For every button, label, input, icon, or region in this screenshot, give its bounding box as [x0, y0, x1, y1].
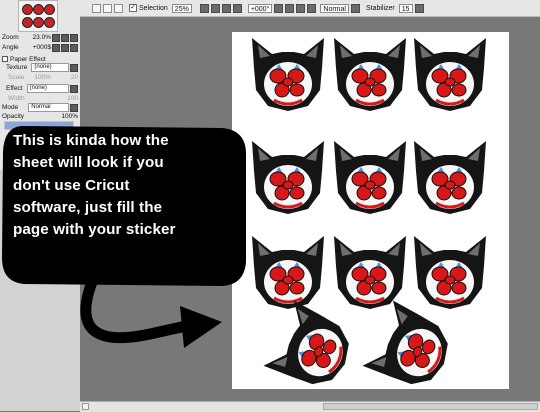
effect-width-value: 100: [67, 95, 78, 102]
effect-width-label: Width: [8, 95, 25, 102]
mode-row: Mode Normal: [2, 103, 78, 112]
texture-label: Texture: [6, 64, 28, 71]
flip-tool-button[interactable]: [307, 3, 317, 13]
zoom-out-button[interactable]: [52, 33, 60, 42]
scrollbar-thumb[interactable]: [323, 403, 538, 410]
opacity-value: 100%: [61, 113, 78, 120]
selection-value-field[interactable]: 25%: [171, 3, 192, 13]
top-toolbar: ✓ Selection 25% +000° Normal Stabilizer …: [80, 0, 540, 17]
effect-label: Effect: [6, 85, 23, 92]
zoom-label: Zoom: [2, 34, 19, 41]
paper-effect-toggle[interactable]: [2, 56, 8, 62]
zoom-value[interactable]: 23.0%: [33, 34, 51, 41]
sticker-row-2: [250, 139, 488, 216]
zoom-reset-button[interactable]: [70, 33, 78, 42]
rotation-field[interactable]: +000°: [247, 3, 273, 13]
bubble-text: This is kinda how the sheet will look if…: [13, 132, 176, 239]
rotate-reset-button[interactable]: [70, 43, 78, 52]
rotate-left-tool-button[interactable]: [274, 3, 284, 13]
zoom-fit-tool-button[interactable]: [221, 3, 231, 13]
horizontal-scrollbar[interactable]: [80, 401, 540, 412]
sticker-copy: [332, 234, 408, 311]
mode-dropdown-button[interactable]: [70, 103, 78, 112]
zoom-out-tool-button[interactable]: [199, 3, 209, 13]
sticker-sheet: [250, 36, 488, 399]
effect-row: Effect (none): [6, 84, 78, 93]
sticker-copy: [262, 298, 362, 399]
blend-mode-select[interactable]: Normal: [320, 3, 349, 13]
opacity-row: Opacity 100%: [2, 112, 78, 121]
opacity-label: Opacity: [2, 113, 25, 120]
zoom-in-button[interactable]: [61, 33, 69, 42]
texture-scale-row: Scale 100% 20: [8, 73, 78, 82]
angle-value[interactable]: +000$: [33, 44, 51, 51]
tool-button-3[interactable]: [114, 3, 123, 13]
tool-button-2[interactable]: [103, 3, 112, 13]
sticker-copy: [250, 234, 326, 311]
stabilizer-dropdown-button[interactable]: [414, 3, 424, 13]
stabilizer-select[interactable]: 15: [398, 3, 413, 13]
navigator-thumbnail[interactable]: [18, 0, 58, 32]
paper-effect-label: Paper Effect: [10, 55, 46, 63]
texture-scale-label: Scale: [8, 74, 25, 81]
sticker-row-4: [262, 298, 461, 399]
sticker-copy: [361, 298, 461, 399]
sticker-copy: [412, 139, 488, 216]
sticker-row-3: [250, 234, 488, 311]
rotate-left-button[interactable]: [52, 43, 60, 52]
zoom-row: Zoom 23.0%: [2, 33, 78, 42]
texture-settings-button[interactable]: [70, 63, 78, 72]
texture-scale-value: 100%: [34, 74, 51, 81]
texture-row: Texture (none): [6, 63, 78, 72]
sticker-copy: [332, 36, 408, 113]
rotate-reset-tool-button[interactable]: [296, 3, 306, 13]
effect-width-row: Width 100: [8, 94, 78, 103]
sticker-copy: [250, 36, 326, 113]
sticker-copy: [412, 234, 488, 311]
angle-label: Angle: [2, 44, 19, 51]
paper-effect-header[interactable]: Paper Effect: [2, 55, 78, 63]
angle-row: Angle +000$: [2, 43, 78, 52]
scroll-left-button[interactable]: [82, 403, 89, 410]
texture-scale-extra: 20: [70, 74, 78, 81]
zoom-in-tool-button[interactable]: [210, 3, 220, 13]
tool-button-1[interactable]: [92, 3, 101, 13]
sticker-row-1: [250, 36, 488, 113]
stabilizer-label: Stabilizer: [365, 4, 395, 12]
texture-select[interactable]: (none): [31, 63, 69, 72]
sticker-copy: [250, 139, 326, 216]
sticker-copy: [412, 36, 488, 113]
mode-label: Mode: [2, 104, 19, 111]
rotate-right-tool-button[interactable]: [285, 3, 295, 13]
selection-checkbox[interactable]: ✓: [129, 4, 137, 12]
sticker-copy: [332, 139, 408, 216]
mode-select[interactable]: Normal: [28, 103, 69, 112]
paper-canvas[interactable]: [232, 32, 509, 399]
zoom-reset-tool-button[interactable]: [232, 3, 242, 13]
rotate-right-button[interactable]: [61, 43, 69, 52]
selection-label: Selection: [139, 4, 168, 12]
antialias-button[interactable]: [350, 3, 360, 13]
effect-select[interactable]: (none): [26, 84, 69, 93]
effect-settings-button[interactable]: [70, 84, 78, 93]
